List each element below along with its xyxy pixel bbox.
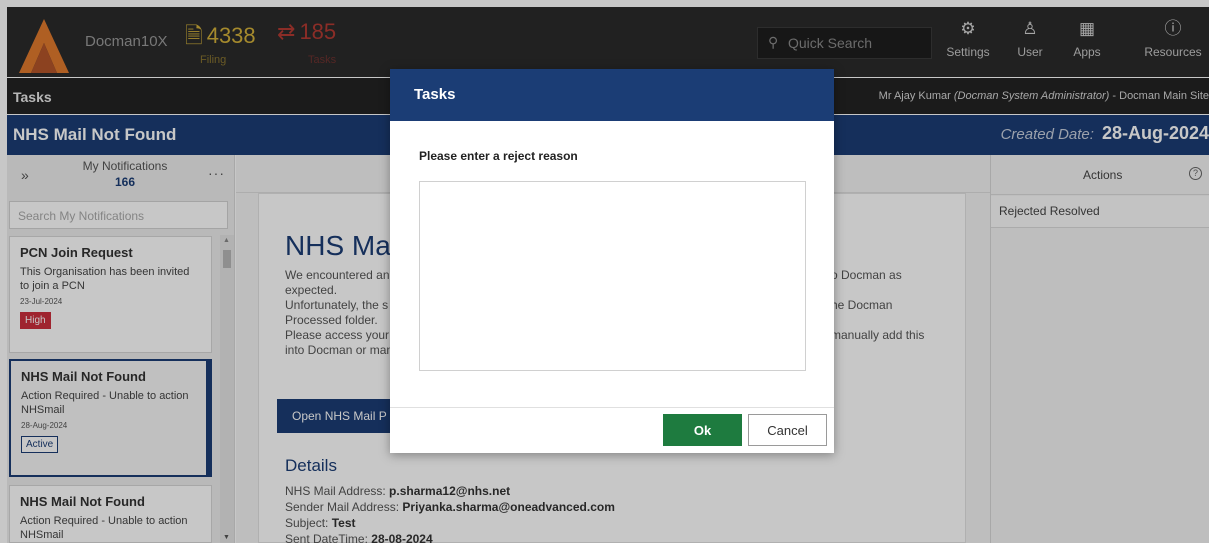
dialog-footer-divider — [390, 407, 834, 408]
dialog-title: Tasks — [390, 69, 834, 121]
reject-reason-label: Please enter a reject reason — [419, 149, 578, 163]
reject-reason-dialog: Tasks Please enter a reject reason Ok Ca… — [390, 69, 834, 453]
ok-button[interactable]: Ok — [663, 414, 742, 446]
cancel-button[interactable]: Cancel — [748, 414, 827, 446]
reject-reason-textarea[interactable] — [419, 181, 806, 371]
